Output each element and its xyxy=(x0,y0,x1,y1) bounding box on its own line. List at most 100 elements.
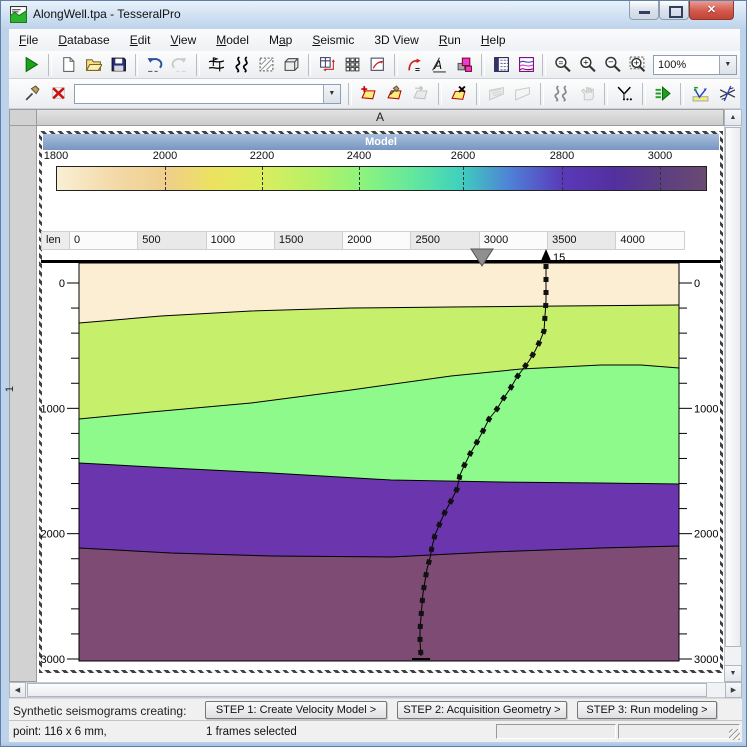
velocity-model-section[interactable]: 0010001000200020003000300015 xyxy=(41,247,721,673)
depth-label-right: 2000 xyxy=(694,529,718,541)
colorbar-tick-label: 2800 xyxy=(540,150,584,162)
status-cell-1 xyxy=(496,724,616,739)
scroll-down-button[interactable]: ▼ xyxy=(724,665,742,682)
well-number-label: 15 xyxy=(553,252,565,264)
source-marker-icon[interactable] xyxy=(540,249,552,263)
velocity-layer-5[interactable] xyxy=(79,546,679,661)
maximize-button[interactable] xyxy=(659,1,689,20)
new-document-button[interactable] xyxy=(57,52,80,77)
fit-frame-button[interactable] xyxy=(366,52,389,77)
toolbar-separator xyxy=(476,83,480,105)
scroll-up-button[interactable]: ▲ xyxy=(724,109,742,126)
row-header[interactable] xyxy=(9,126,37,682)
minimize-button[interactable] xyxy=(629,1,659,20)
step2-acquisition-geometry-button[interactable]: STEP 2: Acquisition Geometry > xyxy=(397,701,567,719)
zoom-select-button[interactable]: + xyxy=(626,52,649,77)
model-icon xyxy=(208,56,225,73)
dropdown-arrow-icon[interactable]: ▼ xyxy=(719,56,736,74)
toolbar-separator xyxy=(540,83,544,105)
menu-map[interactable]: Map xyxy=(259,30,302,50)
crossed-lines-button[interactable] xyxy=(715,81,739,106)
step1-create-velocity-model-button[interactable]: STEP 1: Create Velocity Model > xyxy=(205,701,387,719)
menu-file[interactable]: File xyxy=(9,30,48,50)
menu-model[interactable]: Model xyxy=(206,30,259,50)
poly-move-icon xyxy=(412,85,429,102)
model-editor-button[interactable] xyxy=(205,52,228,77)
hand-icon xyxy=(579,85,596,102)
zoom-reset-button[interactable]: = xyxy=(551,52,574,77)
run-button[interactable] xyxy=(20,52,43,77)
zoom-level-select[interactable]: 100%▼ xyxy=(653,55,737,75)
ray-icon xyxy=(692,85,709,102)
dropdown-arrow-icon[interactable]: ▼ xyxy=(323,85,340,103)
raypath-button[interactable] xyxy=(689,81,713,106)
undo-icon xyxy=(146,56,163,73)
hand-pick-button xyxy=(575,81,599,106)
menu-seismic[interactable]: Seismic xyxy=(302,30,364,50)
open-button[interactable] xyxy=(82,52,105,77)
step3-run-modeling-button[interactable]: STEP 3: Run modeling > xyxy=(577,701,717,719)
menu-view[interactable]: View xyxy=(160,30,206,50)
menu-run[interactable]: Run xyxy=(429,30,471,50)
flatten-button[interactable] xyxy=(613,81,637,106)
status-bar: point: 116 x 6 mm, 1 frames selected xyxy=(9,720,742,743)
menu-edit[interactable]: Edit xyxy=(120,30,161,50)
depth-label-left: 2000 xyxy=(41,529,65,541)
palette-button[interactable] xyxy=(453,52,476,77)
font-icon: A xyxy=(431,56,448,73)
menu-help[interactable]: Help xyxy=(471,30,516,50)
seisimg-icon xyxy=(518,56,535,73)
tile-icon xyxy=(319,56,336,73)
save-button[interactable] xyxy=(107,52,130,77)
object-select[interactable]: ▼ xyxy=(74,84,341,104)
column-header-a[interactable]: A xyxy=(37,109,724,126)
polygon-edit-button[interactable] xyxy=(383,81,407,106)
font-button[interactable]: A xyxy=(428,52,451,77)
scroll-right-button[interactable]: ▶ xyxy=(725,682,742,698)
polygon-delete-button[interactable] xyxy=(447,81,471,106)
colorbar-tick-label: 2600 xyxy=(441,150,485,162)
menu-3d-view[interactable]: 3D View xyxy=(364,30,428,50)
zoom-in-icon: + xyxy=(579,56,596,73)
window-border xyxy=(1,742,747,747)
colorbar-tick-label: 1800 xyxy=(34,150,78,162)
view-3d-button[interactable] xyxy=(280,52,303,77)
zoom-level-select-value: 100% xyxy=(654,59,719,71)
trace-headers-button[interactable] xyxy=(490,52,513,77)
seismic-image-button[interactable] xyxy=(515,52,538,77)
toolbar-separator xyxy=(542,54,546,76)
run-modeling-button[interactable] xyxy=(651,81,675,106)
zoom-in-button[interactable]: + xyxy=(576,52,599,77)
toolbar-edit: ▼ xyxy=(9,79,740,109)
palette-icon xyxy=(456,56,473,73)
menu-database[interactable]: Database xyxy=(48,30,119,50)
hatch-icon xyxy=(258,56,275,73)
poly-hammer-icon xyxy=(386,85,403,102)
scale-button[interactable]: = xyxy=(403,52,426,77)
wiggles-icon xyxy=(233,56,250,73)
polygon-add-button[interactable] xyxy=(357,81,381,106)
wiggles-icon xyxy=(552,85,569,102)
arrange-frames-button[interactable] xyxy=(341,52,364,77)
window-title: AlongWell.tpa - TesseralPro xyxy=(33,7,181,21)
resize-grip[interactable] xyxy=(729,729,740,740)
seismic-traces-button[interactable] xyxy=(230,52,253,77)
colorbar-tick-line xyxy=(660,167,661,190)
pick-edit-button[interactable] xyxy=(20,81,44,106)
vertical-scroll-thumb[interactable] xyxy=(725,127,741,647)
selection-area-button[interactable] xyxy=(255,52,278,77)
zoom-out-button[interactable]: − xyxy=(601,52,624,77)
colorbar-tick-label: 3000 xyxy=(638,150,682,162)
close-button[interactable] xyxy=(689,1,734,20)
tile-frames-button[interactable] xyxy=(316,52,339,77)
frame-title-bar[interactable]: Model xyxy=(43,134,719,150)
horizontal-scroll-thumb[interactable] xyxy=(27,683,707,697)
titlebar[interactable]: AlongWell.tpa - TesseralPro xyxy=(1,1,747,29)
toolbar-separator xyxy=(394,54,398,76)
scroll-left-button[interactable]: ◀ xyxy=(9,682,26,698)
delete-object-button[interactable] xyxy=(46,81,70,106)
depth-label-left: 3000 xyxy=(41,654,65,666)
colorbar-tick-line xyxy=(562,167,563,190)
undo-button[interactable] xyxy=(143,52,166,77)
toolbar-separator xyxy=(642,83,646,105)
